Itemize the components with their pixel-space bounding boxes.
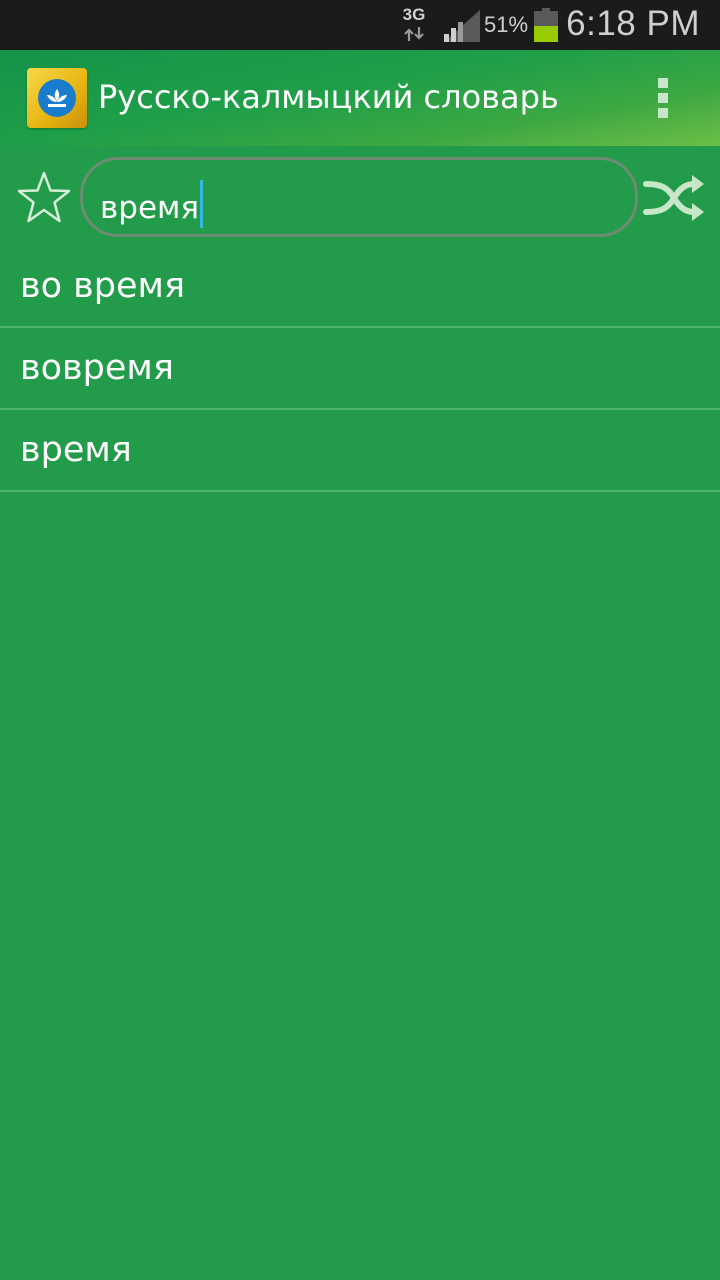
battery-percent: 51% <box>484 12 529 37</box>
status-bar: 3G 51% 6:18 PM <box>0 0 720 50</box>
signal-icon <box>444 10 480 42</box>
overflow-menu-icon[interactable] <box>650 72 678 124</box>
search-input[interactable]: время <box>80 157 638 237</box>
text-caret <box>200 180 204 228</box>
app-logo-icon[interactable] <box>27 68 87 128</box>
app-title: Русско-калмыцкий словарь <box>98 78 559 116</box>
list-item-label: время <box>20 430 132 470</box>
list-item[interactable]: во время <box>0 246 720 328</box>
data-arrows-icon <box>404 27 424 41</box>
list-item[interactable]: время <box>0 410 720 492</box>
network-type: 3G <box>402 5 426 24</box>
search-row: время <box>0 146 720 246</box>
list-item-label: вовремя <box>20 348 174 388</box>
search-input-value: время <box>100 190 200 226</box>
list-item[interactable]: вовремя <box>0 328 720 410</box>
list-item-label: во время <box>20 266 186 306</box>
battery-icon <box>534 8 558 42</box>
action-bar: Русско-калмыцкий словарь <box>0 50 720 146</box>
shuffle-icon[interactable] <box>642 174 706 222</box>
status-clock: 6:18 PM <box>566 4 700 43</box>
star-icon[interactable] <box>16 170 72 226</box>
results-list: во время вовремя время <box>0 246 720 492</box>
